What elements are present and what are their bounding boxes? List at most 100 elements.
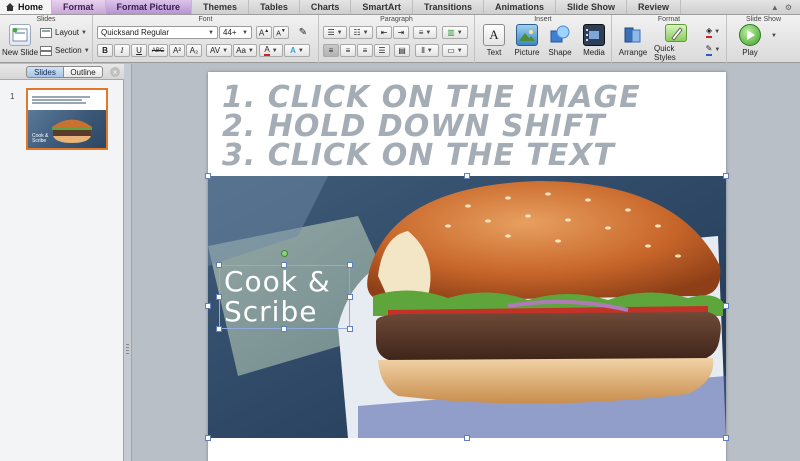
align-right-button[interactable]: ≡ xyxy=(357,44,373,57)
tab-outline[interactable]: Outline xyxy=(63,66,103,78)
text-effects-button[interactable]: A ▼ xyxy=(284,44,310,57)
resize-handle-photo-bc[interactable] xyxy=(464,435,470,441)
arrange-button[interactable]: Arrange xyxy=(616,24,650,62)
resize-handle-photo-ml[interactable] xyxy=(205,303,211,309)
font-size-select[interactable]: 44+ ▼ xyxy=(219,26,252,39)
layout-button[interactable]: Layout ▼ xyxy=(40,26,87,39)
shape-icon xyxy=(549,24,571,46)
tab-format-picture[interactable]: Format Picture xyxy=(105,0,193,14)
resize-handle-logo-tc[interactable] xyxy=(281,262,287,268)
close-pane-icon[interactable]: × xyxy=(110,67,120,77)
format-group-label: Format xyxy=(657,16,681,23)
fill-color-button[interactable]: ◈ ▼ xyxy=(702,25,724,39)
format-group: Format Arrange Quick Styles ◈ ▼ ✎ ▼ xyxy=(612,15,727,63)
resize-handle-logo-bl[interactable] xyxy=(216,326,222,332)
collapse-ribbon-icon[interactable]: ▲ xyxy=(771,3,779,12)
line-color-button[interactable]: ✎ ▼ xyxy=(702,43,724,57)
tab-review[interactable]: Review xyxy=(627,0,682,14)
shrink-font-button[interactable]: A▼ xyxy=(273,26,289,39)
slide-thumbnail[interactable]: Cook & Scribe xyxy=(26,88,108,150)
strikethrough-button[interactable]: ABC xyxy=(148,44,168,57)
ribbon-controls: ▲ ⚙ xyxy=(771,0,800,14)
font-color-button[interactable]: A ▼ xyxy=(259,44,283,57)
picture-icon xyxy=(516,24,538,46)
slide-show-group: Slide Show Play ▼ xyxy=(727,15,800,63)
insert-picture-button[interactable]: Picture xyxy=(511,24,543,62)
increase-indent-button[interactable]: ⇥ xyxy=(393,26,409,39)
numbered-list-icon: ☷ xyxy=(353,28,361,37)
tab-format[interactable]: Format xyxy=(52,0,106,14)
gear-icon[interactable]: ⚙ xyxy=(785,3,792,12)
pane-tabs: Slides Outline × xyxy=(0,64,124,80)
tab-animations[interactable]: Animations xyxy=(484,0,556,14)
resize-handle-photo-mr[interactable] xyxy=(723,303,729,309)
line-spacing-button[interactable]: ≡ ▼ xyxy=(413,26,437,39)
distributed-button[interactable]: ▤ xyxy=(394,44,410,57)
character-spacing-button[interactable]: AV ▼ xyxy=(206,44,232,57)
tab-smartart[interactable]: SmartArt xyxy=(351,0,413,14)
tab-home[interactable]: Home xyxy=(0,0,53,14)
tab-slides[interactable]: Slides xyxy=(26,66,64,78)
logo-text-box[interactable]: Cook & Scribe xyxy=(219,265,350,329)
tab-transitions[interactable]: Transitions xyxy=(413,0,484,14)
resize-handle-logo-ml[interactable] xyxy=(216,294,222,300)
resize-handle-logo-br[interactable] xyxy=(347,326,353,332)
bullet-list-icon: ☰ xyxy=(327,28,335,37)
resize-handle-logo-mr[interactable] xyxy=(347,294,353,300)
resize-handle-logo-tr[interactable] xyxy=(347,262,353,268)
clear-formatting-button[interactable]: ✎ xyxy=(294,26,312,39)
underline-button[interactable]: U xyxy=(131,44,147,57)
resize-handle-photo-tr[interactable] xyxy=(723,173,729,179)
shrink-font-icon: A▼ xyxy=(276,27,286,38)
character-spacing-label: AV xyxy=(209,46,221,55)
section-button[interactable]: Section ▼ xyxy=(40,44,90,57)
tab-tables[interactable]: Tables xyxy=(249,0,300,14)
insert-media-button[interactable]: Media xyxy=(578,24,610,62)
text-direction-button[interactable]: ⫴ ▼ xyxy=(415,44,439,57)
insert-shape-label: Shape xyxy=(548,48,572,57)
home-icon xyxy=(6,3,14,11)
tab-charts[interactable]: Charts xyxy=(300,0,352,14)
change-case-button[interactable]: Aa ▼ xyxy=(233,44,257,57)
columns-button[interactable]: ▥ ▼ xyxy=(442,26,468,39)
text-direction-icon: ⫴ xyxy=(421,45,425,55)
play-options-chevron-icon[interactable]: ▼ xyxy=(771,33,777,39)
resize-handle-photo-bl[interactable] xyxy=(205,435,211,441)
resize-handle-logo-tl[interactable] xyxy=(216,262,222,268)
pane-splitter[interactable] xyxy=(124,64,132,461)
font-name-select[interactable]: Quicksand Regular ▼ xyxy=(97,26,218,39)
rotation-handle[interactable] xyxy=(281,250,288,257)
subscript-button[interactable]: A₂ xyxy=(186,44,202,57)
resize-handle-photo-br[interactable] xyxy=(723,435,729,441)
resize-handle-logo-bc[interactable] xyxy=(281,326,287,332)
align-text-button[interactable]: ▭ ▼ xyxy=(442,44,468,57)
italic-button[interactable]: I xyxy=(114,44,130,57)
instruction-line-3[interactable]: 3. CLICK ON THE TEXT xyxy=(222,140,615,172)
insert-shape-button[interactable]: Shape xyxy=(545,24,575,62)
pen-icon: ✎ xyxy=(705,44,713,56)
new-slide-button[interactable]: New Slide xyxy=(2,24,38,62)
resize-handle-photo-tl[interactable] xyxy=(205,173,211,179)
grow-font-button[interactable]: A▲ xyxy=(256,26,272,39)
superscript-button[interactable]: A² xyxy=(169,44,185,57)
decrease-indent-button[interactable]: ⇤ xyxy=(376,26,392,39)
insert-group: Insert A Text Picture Shape Media xyxy=(475,15,612,63)
quick-styles-icon xyxy=(665,24,687,42)
insert-text-button[interactable]: A Text xyxy=(479,24,509,62)
splitter-grip-icon[interactable] xyxy=(126,344,129,356)
play-button[interactable]: Play xyxy=(731,24,769,62)
align-left-button[interactable]: ≡ xyxy=(323,44,339,57)
tab-themes[interactable]: Themes xyxy=(192,0,250,14)
tab-slide-show[interactable]: Slide Show xyxy=(556,0,627,14)
numbering-button[interactable]: ☷ ▼ xyxy=(349,26,373,39)
quick-styles-button[interactable]: Quick Styles xyxy=(654,24,698,62)
bullets-button[interactable]: ☰ ▼ xyxy=(323,26,347,39)
decrease-indent-icon: ⇤ xyxy=(380,28,388,37)
new-slide-label: New Slide xyxy=(2,48,39,57)
bold-button[interactable]: B xyxy=(97,44,113,57)
justify-button[interactable]: ☰ xyxy=(374,44,390,57)
slide-editor-canvas: 1. CLICK ON THE IMAGE 2. HOLD DOWN SHIFT… xyxy=(133,64,800,461)
resize-handle-photo-tc[interactable] xyxy=(464,173,470,179)
thumbnail-logo: Cook & Scribe xyxy=(32,133,49,144)
align-center-button[interactable]: ≡ xyxy=(340,44,356,57)
